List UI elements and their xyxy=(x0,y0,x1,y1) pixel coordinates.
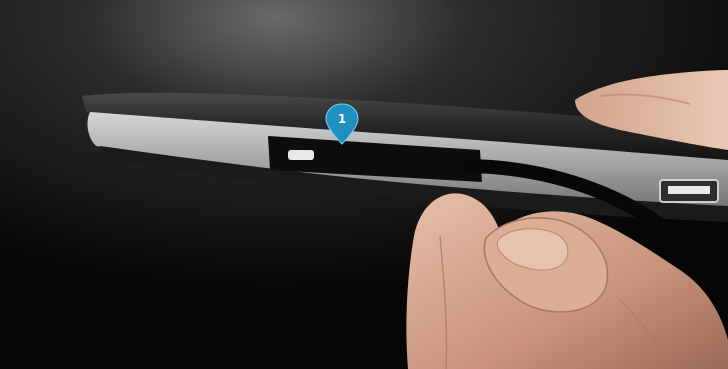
callout-number: 1 xyxy=(338,112,346,126)
usb-port-inner xyxy=(668,186,710,194)
photo-scene: 1 xyxy=(0,0,728,369)
connector-light xyxy=(288,150,314,160)
